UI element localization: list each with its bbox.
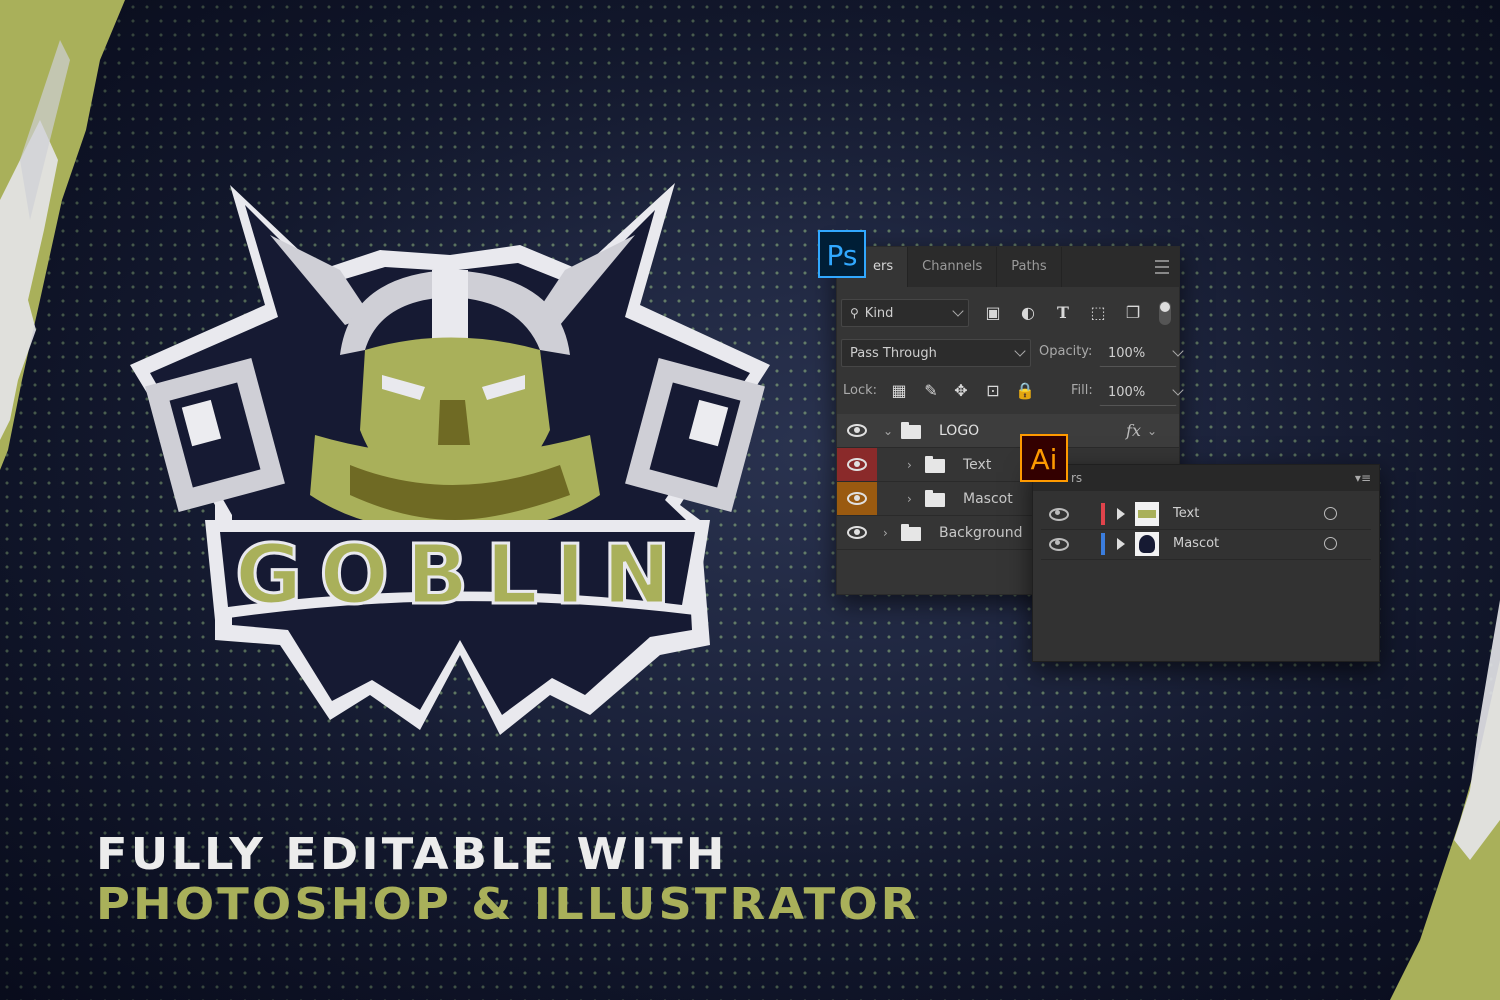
smart-object-filter-icon[interactable]: ❐ [1123, 303, 1143, 323]
lock-position-icon[interactable]: ✥ [951, 381, 971, 401]
expand-triangle-icon[interactable] [1117, 538, 1125, 550]
visibility-eye-icon[interactable] [837, 414, 877, 447]
layer-thumbnail [1135, 502, 1159, 526]
ai-layer-row-mascot[interactable]: Mascot [1041, 529, 1371, 560]
panel-menu-icon[interactable]: ▾≡ [1355, 471, 1371, 485]
right-brush-stroke [1390, 600, 1500, 1000]
visibility-eye-icon[interactable] [1049, 507, 1069, 521]
fill-label: Fill: [1071, 383, 1093, 398]
layer-row-logo[interactable]: ⌄ LOGO fx ⌄ [837, 414, 1179, 448]
filter-kind-select[interactable]: ⚲ Kind [841, 299, 969, 327]
visibility-eye-icon[interactable] [837, 482, 877, 515]
left-brush-stroke [0, 0, 125, 470]
folder-icon [925, 456, 945, 473]
layer-color-swatch [1101, 533, 1105, 555]
ai-panel-title: rs [1071, 471, 1083, 485]
chevron-down-icon [952, 305, 964, 317]
illustrator-logo-icon: Ai [1020, 434, 1068, 482]
fill-input[interactable]: 100% [1099, 378, 1184, 406]
layer-thumbnail [1135, 532, 1159, 556]
headline-line-1: FULLY EDITABLE WITH [96, 829, 728, 880]
fx-icon[interactable]: fx [1126, 421, 1141, 440]
layer-name: Text [1173, 506, 1200, 521]
pixel-layer-filter-icon[interactable]: ▣ [983, 303, 1003, 323]
lock-brush-icon[interactable]: ✎ [921, 381, 941, 401]
chevron-right-icon[interactable]: › [883, 526, 888, 540]
target-circle-icon[interactable] [1324, 537, 1337, 550]
layer-color-swatch [1101, 503, 1105, 525]
opacity-value: 100% [1108, 345, 1146, 361]
photoshop-logo-icon: Ps [818, 230, 866, 278]
shape-filter-icon[interactable]: ⬚ [1088, 303, 1108, 323]
type-filter-icon[interactable]: T [1053, 303, 1073, 323]
folder-icon [925, 490, 945, 507]
lock-artboard-icon[interactable]: ⊡ [983, 381, 1003, 401]
opacity-label: Opacity: [1039, 344, 1093, 359]
chevron-right-icon[interactable]: › [907, 492, 912, 506]
adjustment-filter-icon[interactable]: ◐ [1018, 303, 1038, 323]
blend-mode-select[interactable]: Pass Through [841, 339, 1031, 367]
tab-channels[interactable]: Channels [908, 247, 998, 287]
ai-panel-header: rs ▾≡ [1033, 465, 1379, 491]
blend-mode-value: Pass Through [850, 345, 937, 361]
folder-icon [901, 524, 921, 541]
panel-menu-icon[interactable] [1155, 260, 1169, 274]
filter-kind-label: Kind [864, 305, 894, 321]
goblin-wordmark: GOBLIN [235, 528, 675, 623]
opacity-input[interactable]: 100% [1099, 339, 1184, 367]
lock-transparent-icon[interactable]: ▦ [889, 381, 909, 401]
lock-all-icon[interactable]: 🔒 [1015, 381, 1035, 401]
layer-name: Mascot [963, 490, 1013, 507]
folder-icon [901, 422, 921, 439]
headline-line-2: PHOTOSHOP & ILLUSTRATOR [96, 879, 920, 930]
headline: FULLY EDITABLE WITH PHOTOSHOP & ILLUSTRA… [96, 830, 916, 930]
search-icon: ⚲ [850, 306, 859, 320]
ps-panel-tabs: ers Channels Paths [837, 247, 1179, 287]
visibility-eye-icon[interactable] [837, 516, 877, 549]
chevron-down-icon[interactable]: ⌄ [883, 424, 893, 438]
goblin-mascot-logo: GOBLIN [130, 183, 770, 735]
filter-toggle-knob [1160, 302, 1170, 312]
layer-name: Text [963, 456, 992, 473]
fill-value: 100% [1108, 384, 1146, 400]
lock-label: Lock: [843, 383, 878, 398]
tab-paths[interactable]: Paths [997, 247, 1062, 287]
chevron-down-icon [1014, 345, 1026, 357]
layer-name: LOGO [939, 422, 980, 439]
layer-name: Mascot [1173, 536, 1220, 551]
ai-layer-row-text[interactable]: Text [1041, 499, 1371, 530]
expand-triangle-icon[interactable] [1117, 508, 1125, 520]
visibility-eye-icon[interactable] [837, 448, 877, 481]
target-circle-icon[interactable] [1324, 507, 1337, 520]
chevron-right-icon[interactable]: › [907, 458, 912, 472]
visibility-eye-icon[interactable] [1049, 537, 1069, 551]
illustrator-layers-panel: rs ▾≡ Text Mascot [1032, 464, 1380, 662]
promo-canvas: GOBLIN FULLY EDITABLE WITH PHOTOSHOP & I… [0, 0, 1500, 1000]
filter-toggle[interactable] [1159, 301, 1171, 325]
layer-name: Background [939, 524, 1023, 541]
chevron-down-icon[interactable]: ⌄ [1147, 424, 1157, 438]
